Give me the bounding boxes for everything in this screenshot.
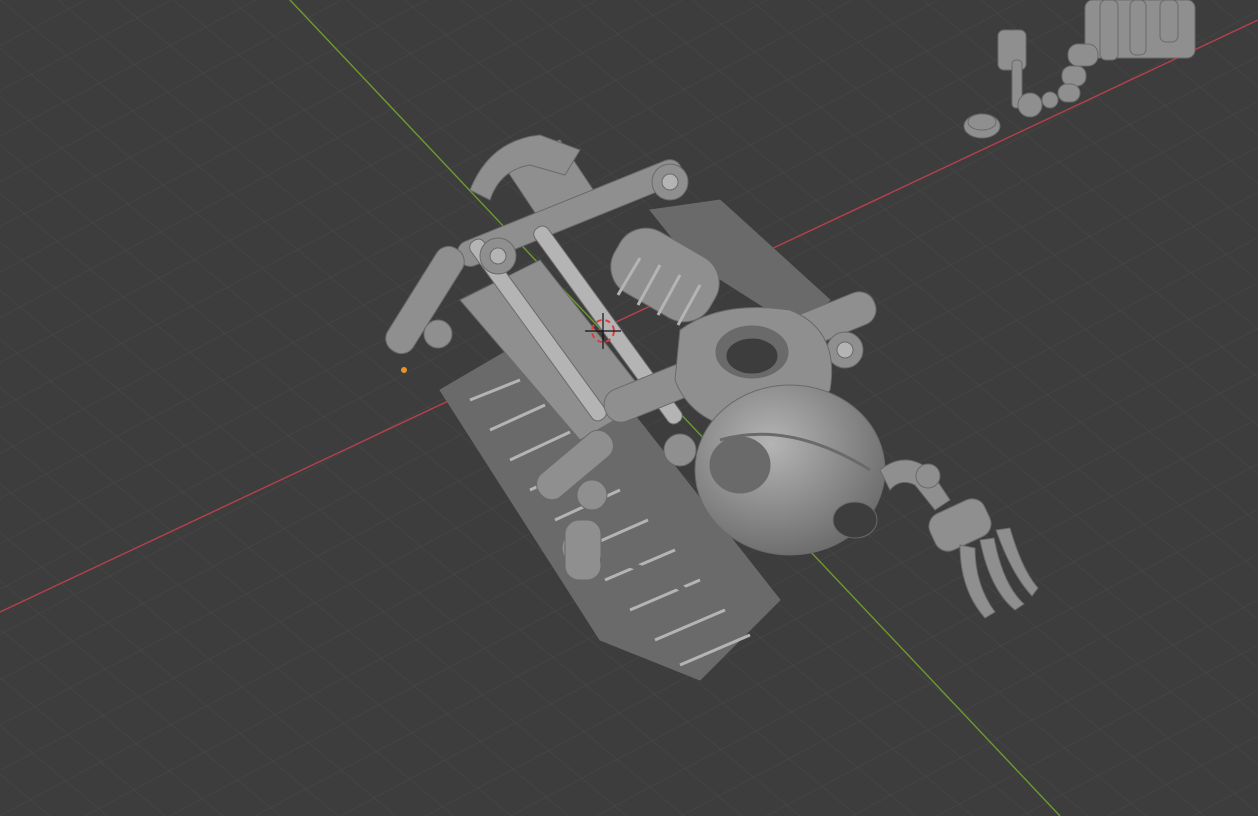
disc-part[interactable] (963, 113, 1001, 139)
viewport-canvas[interactable] (0, 0, 1258, 816)
object-origin-icon[interactable] (401, 367, 407, 373)
3d-viewport[interactable] (0, 0, 1258, 816)
